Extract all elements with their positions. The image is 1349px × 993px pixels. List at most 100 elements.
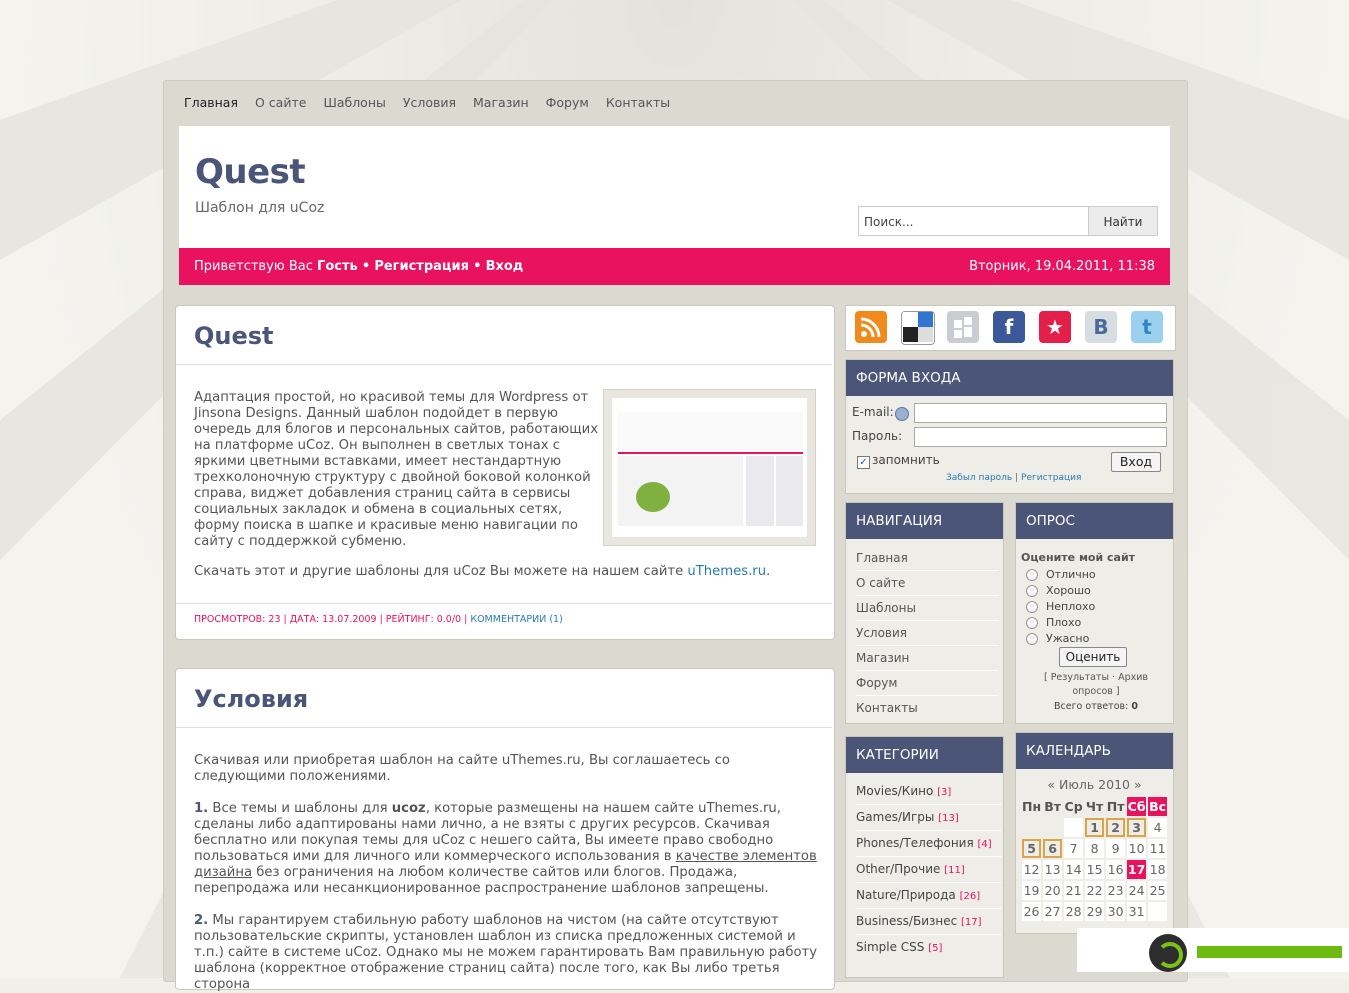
bookmark-star-icon[interactable]: ★ xyxy=(1039,311,1071,343)
category-count: [17] xyxy=(961,917,982,928)
calendar-day-with-posts[interactable]: 5 xyxy=(1022,839,1042,858)
preview-apple-graphic xyxy=(636,482,670,512)
login-button[interactable]: Вход xyxy=(1111,452,1161,472)
vkontakte-icon[interactable]: В xyxy=(1085,311,1117,343)
search-input[interactable]: Поиск... xyxy=(858,206,1089,236)
register-link[interactable]: Регистрация xyxy=(374,259,469,274)
terms-text: без ограничения на любом количестве сайт… xyxy=(194,865,769,896)
login-links: Забыл пароль | Регистрация xyxy=(946,473,1081,483)
radio-button[interactable] xyxy=(1026,633,1038,645)
category-item[interactable]: Phones/Телефония [4] xyxy=(856,831,1001,857)
power-logo-icon[interactable] xyxy=(1149,934,1187,972)
radio-button[interactable] xyxy=(1026,601,1038,613)
login-form: ФОРМА ВХОДА E-mail: Пароль: ✓ запомнить … xyxy=(845,359,1174,494)
comments-link[interactable]: КОММЕНТАРИИ (1) xyxy=(470,614,562,625)
forgot-password-link[interactable]: Забыл пароль xyxy=(946,473,1012,483)
separator: | xyxy=(1015,473,1019,483)
remember-checkbox[interactable]: ✓ xyxy=(857,456,870,469)
category-item[interactable]: Nature/Природа [26] xyxy=(856,883,1001,909)
search-button[interactable]: Найти xyxy=(1088,206,1158,236)
rss-icon[interactable] xyxy=(855,311,887,343)
poll-option[interactable]: Неплохо xyxy=(1026,599,1096,615)
nav-item-templates[interactable]: Шаблоны xyxy=(323,95,385,110)
prev-month-button[interactable]: « xyxy=(1047,777,1055,792)
preview-header xyxy=(618,412,803,454)
password-field[interactable] xyxy=(914,427,1167,447)
category-name[interactable]: Nature/Природа xyxy=(856,888,956,902)
calendar-day-today[interactable]: 17 xyxy=(1127,860,1147,879)
navigation-title: НАВИГАЦИЯ xyxy=(846,503,1003,539)
radio-button[interactable] xyxy=(1026,569,1038,581)
category-item[interactable]: Movies/Кино [3] xyxy=(856,779,1001,805)
sidebar-item-shop[interactable]: Магазин xyxy=(856,646,998,671)
facebook-icon[interactable]: f xyxy=(993,311,1025,343)
nav-item-contacts[interactable]: Контакты xyxy=(606,95,670,110)
digg-icon[interactable] xyxy=(947,311,979,343)
poll-option[interactable]: Хорошо xyxy=(1026,583,1096,599)
category-count: [26] xyxy=(959,891,981,902)
total-value: 0 xyxy=(1131,701,1138,712)
progress-bar xyxy=(1197,946,1342,958)
social-bookmarks: f ★ В t xyxy=(845,305,1176,351)
calendar-day-with-posts[interactable]: 2 xyxy=(1106,818,1126,837)
sidebar-item-terms[interactable]: Условия xyxy=(856,621,998,646)
calendar-day xyxy=(1022,818,1041,837)
results-link[interactable]: Результаты xyxy=(1051,672,1109,683)
twitter-icon[interactable]: t xyxy=(1131,311,1163,343)
category-name[interactable]: Games/Игры xyxy=(856,810,934,824)
template-preview-image[interactable] xyxy=(603,389,816,546)
poll-option[interactable]: Плохо xyxy=(1026,615,1096,631)
category-item[interactable]: Business/Бизнес [17] xyxy=(856,909,1001,935)
point-number: 2. xyxy=(194,913,209,928)
nav-item-about[interactable]: О сайте xyxy=(255,95,306,110)
calendar-day: 19 xyxy=(1022,881,1042,900)
nav-item-forum[interactable]: Форум xyxy=(546,95,589,110)
radio-button[interactable] xyxy=(1026,617,1038,629)
post-title[interactable]: Quest xyxy=(194,322,274,350)
radio-button[interactable] xyxy=(1026,585,1038,597)
login-link[interactable]: Вход xyxy=(486,259,524,274)
email-field[interactable] xyxy=(914,403,1167,423)
category-name[interactable]: Simple CSS xyxy=(856,940,924,954)
site-header: Quest Шаблон для uCoz Поиск... Найти При… xyxy=(179,126,1170,285)
poll-option[interactable]: Отлично xyxy=(1026,567,1096,583)
terms-point-2: 2. Мы гарантируем стабильную работу шабл… xyxy=(194,913,819,993)
calendar-day: 8 xyxy=(1085,839,1105,858)
poll-total: Всего ответов: 0 xyxy=(1026,701,1166,712)
category-item[interactable]: Simple CSS [5] xyxy=(856,935,1001,960)
nav-item-shop[interactable]: Магазин xyxy=(473,95,529,110)
preview-sidebar xyxy=(776,456,803,526)
category-name[interactable]: Movies/Кино xyxy=(856,784,933,798)
category-name[interactable]: Other/Прочие xyxy=(856,862,940,876)
next-month-button[interactable]: » xyxy=(1134,777,1142,792)
poll-option[interactable]: Ужасно xyxy=(1026,631,1096,647)
nav-item-terms[interactable]: Условия xyxy=(403,95,456,110)
sidebar-item-forum[interactable]: Форум xyxy=(856,671,998,696)
calendar-day: 24 xyxy=(1127,881,1147,900)
calendar-day-with-posts[interactable]: 3 xyxy=(1127,818,1147,837)
vote-button[interactable]: Оценить xyxy=(1059,647,1127,667)
category-item[interactable]: Games/Игры [13] xyxy=(856,805,1001,831)
archive-link[interactable]: Архив xyxy=(1118,672,1148,683)
openid-icon[interactable] xyxy=(895,407,909,421)
uthemes-link[interactable]: uThemes.ru xyxy=(687,564,766,579)
calendar-day: 18 xyxy=(1148,860,1168,879)
sidebar-item-templates[interactable]: Шаблоны xyxy=(856,596,998,621)
category-item[interactable]: Other/Прочие [11] xyxy=(856,857,1001,883)
calendar-day-with-posts[interactable]: 1 xyxy=(1085,818,1105,837)
post-title[interactable]: Условия xyxy=(194,685,308,713)
site-title[interactable]: Quest xyxy=(195,152,306,192)
category-name[interactable]: Phones/Телефония xyxy=(856,836,974,850)
nav-item-home[interactable]: Главная xyxy=(184,95,238,110)
sidebar-item-home[interactable]: Главная xyxy=(856,546,998,571)
sidebar-item-about[interactable]: О сайте xyxy=(856,571,998,596)
register-link[interactable]: Регистрация xyxy=(1021,473,1081,483)
category-name[interactable]: Business/Бизнес xyxy=(856,914,957,928)
archive-link[interactable]: опросов xyxy=(1072,686,1113,697)
welcome-text: Приветствую Вас Гость • Регистрация • Вх… xyxy=(194,248,523,285)
delicious-icon[interactable] xyxy=(901,311,935,345)
terms-intro: Скачивая или приобретая шаблон на сайте … xyxy=(194,753,730,784)
sidebar-item-contacts[interactable]: Контакты xyxy=(856,696,998,720)
calendar-day-with-posts[interactable]: 6 xyxy=(1043,839,1063,858)
calendar-day: 23 xyxy=(1106,881,1126,900)
